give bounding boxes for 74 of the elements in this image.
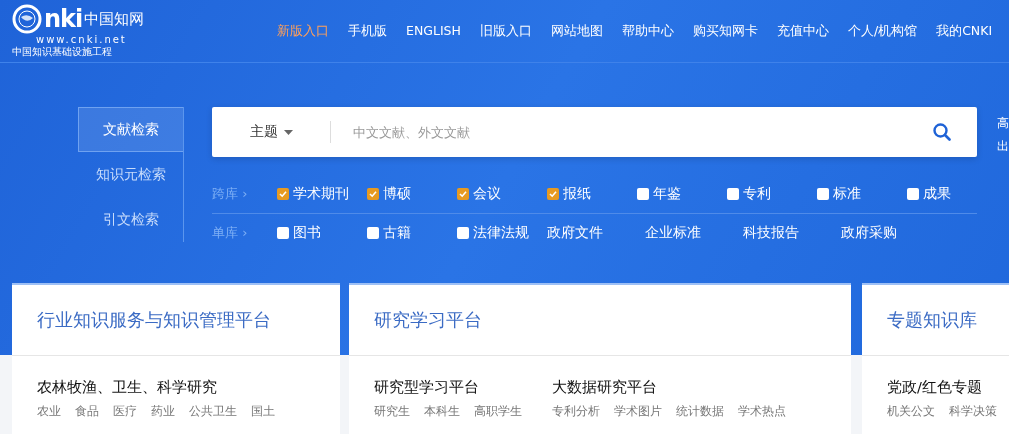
database-link[interactable]: 科技报告 — [743, 224, 841, 242]
database-checkbox[interactable]: 古籍 — [367, 224, 457, 242]
globe-icon — [12, 4, 42, 34]
group-title[interactable]: 研究型学习平台 — [374, 378, 522, 397]
caret-icon — [283, 129, 293, 135]
database-checkbox[interactable]: 图书 — [277, 224, 367, 242]
logo-tagline: 中国知识基础设施工程 — [12, 45, 113, 58]
checkbox[interactable] — [457, 227, 469, 239]
category-link[interactable]: 医疗 — [113, 403, 137, 420]
logo-wordmark: nki — [44, 7, 83, 31]
category-link[interactable]: 食品 — [75, 403, 99, 420]
nav-link[interactable]: 新版入口 — [277, 22, 329, 40]
card-title[interactable]: 研究学习平台 — [374, 308, 482, 332]
database-checkbox[interactable]: 法律法规 — [457, 224, 547, 242]
nav-link[interactable]: 手机版 — [348, 22, 387, 40]
checkbox[interactable] — [367, 227, 379, 239]
search-bar[interactable]: 主题 中文文献、外文文献 — [212, 107, 977, 157]
search-tab[interactable]: 文献检索 — [78, 107, 183, 152]
nav-link[interactable]: 帮助中心 — [621, 22, 674, 40]
category-link[interactable]: 本科生 — [424, 403, 460, 420]
checkbox[interactable] — [547, 188, 559, 200]
side-link[interactable]: 高 — [997, 115, 1009, 132]
checkbox[interactable] — [637, 188, 649, 200]
nav-link[interactable]: ENGLISH — [406, 22, 461, 40]
nav-link[interactable]: 购买知网卡 — [692, 22, 758, 40]
search-icon[interactable] — [933, 123, 951, 141]
checkbox[interactable] — [457, 188, 469, 200]
category-link[interactable]: 农业 — [37, 403, 61, 420]
group-title[interactable]: 农林牧渔、卫生、科学研究 — [37, 378, 275, 397]
search-tab[interactable]: 知识元检索 — [78, 152, 183, 197]
nav-link[interactable]: 个人/机构馆 — [847, 22, 918, 40]
logo-name: 中国知网 — [84, 9, 145, 29]
nav-link[interactable]: 充值中心 — [776, 22, 829, 40]
checkbox[interactable] — [817, 188, 829, 200]
card-title[interactable]: 行业知识服务与知识管理平台 — [37, 308, 271, 332]
checkbox[interactable] — [907, 188, 919, 200]
checkbox[interactable] — [727, 188, 739, 200]
card-title[interactable]: 专题知识库 — [887, 308, 977, 332]
category-link[interactable]: 国土 — [251, 403, 275, 420]
database-checkbox[interactable]: 学术期刊 — [277, 185, 367, 203]
database-link[interactable]: 政府采购 — [841, 224, 939, 242]
database-link[interactable]: 企业标准 — [645, 224, 743, 242]
row-label: 跨库 › — [212, 185, 249, 203]
category-link[interactable]: 药业 — [151, 403, 175, 420]
field-dropdown[interactable]: 主题 — [212, 121, 331, 143]
category-link[interactable]: 科学决策 — [949, 403, 997, 420]
row-label: 单库 › — [212, 224, 249, 242]
category-link[interactable]: 公共卫生 — [189, 403, 237, 420]
group-title[interactable]: 大数据研究平台 — [552, 378, 786, 397]
category-link[interactable]: 学术热点 — [738, 403, 786, 420]
side-link[interactable]: 出 — [997, 138, 1009, 155]
category-link[interactable]: 学术图片 — [614, 403, 662, 420]
checkbox[interactable] — [277, 227, 289, 239]
database-checkbox[interactable]: 博硕 — [367, 185, 457, 203]
database-checkbox[interactable]: 专利 — [727, 185, 817, 203]
category-link[interactable]: 高职学生 — [474, 403, 522, 420]
database-checkbox[interactable]: 年鉴 — [637, 185, 727, 203]
group-title[interactable]: 党政/红色专题 — [887, 378, 997, 397]
category-link[interactable]: 专利分析 — [552, 403, 600, 420]
category-link[interactable]: 机关公文 — [887, 403, 935, 420]
database-checkbox[interactable]: 会议 — [457, 185, 547, 203]
database-link[interactable]: 政府文件 — [547, 224, 645, 242]
search-tab[interactable]: 引文检索 — [78, 197, 183, 242]
checkbox[interactable] — [367, 188, 379, 200]
checkbox[interactable] — [277, 188, 289, 200]
database-checkbox[interactable]: 成果 — [907, 185, 997, 203]
database-checkbox[interactable]: 报纸 — [547, 185, 637, 203]
category-link[interactable]: 统计数据 — [676, 403, 724, 420]
database-checkbox[interactable]: 标准 — [817, 185, 907, 203]
nav-link[interactable]: 我的CNKI — [936, 22, 993, 40]
nav-link[interactable]: 网站地图 — [550, 22, 603, 40]
logo-url: www.cnki.net — [36, 34, 128, 45]
category-link[interactable]: 研究生 — [374, 403, 410, 420]
nav-link[interactable]: 旧版入口 — [479, 22, 532, 40]
